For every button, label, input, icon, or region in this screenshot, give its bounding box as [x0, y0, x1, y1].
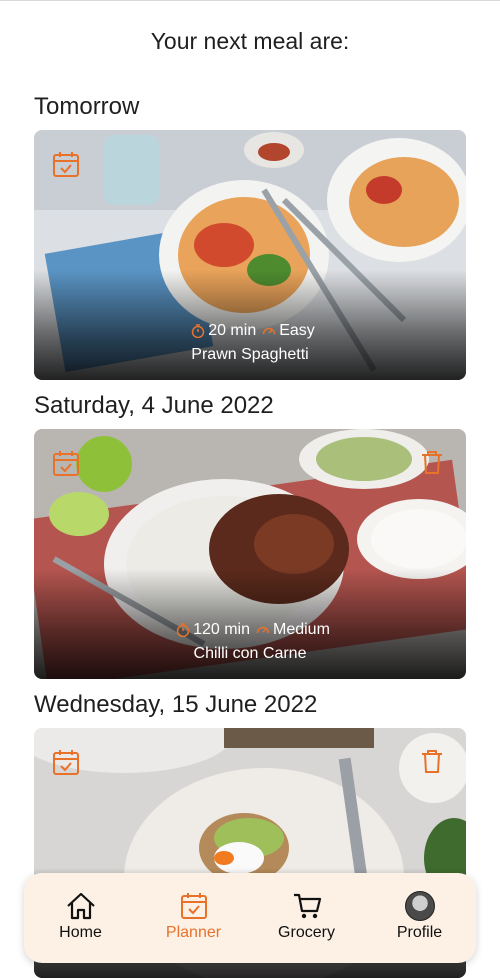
- meal-name: Chilli con Carne: [193, 645, 307, 662]
- meal-card-prawn-spaghetti[interactable]: 20 min Easy Prawn Spaghetti: [34, 130, 466, 380]
- gauge-icon: [256, 626, 270, 633]
- day-heading: Tomorrow: [34, 93, 140, 120]
- calendar-check-icon[interactable]: [52, 449, 80, 477]
- top-divider: [0, 0, 500, 1]
- cart-icon: [293, 893, 321, 919]
- day-heading: Saturday, 4 June 2022: [34, 392, 274, 419]
- meal-difficulty: Easy: [279, 321, 315, 339]
- trash-icon[interactable]: [420, 449, 444, 475]
- avatar: [404, 891, 435, 921]
- home-icon: [66, 892, 95, 920]
- page-title: Your next meal are:: [150, 28, 350, 54]
- trash-icon[interactable]: [420, 748, 444, 774]
- meal-card-chilli-con-carne[interactable]: 120 min Medium Chilli con Carne: [34, 429, 466, 679]
- nav-planner[interactable]: Planner: [137, 873, 250, 963]
- calendar-check-icon[interactable]: [52, 150, 80, 178]
- nav-planner-label: Planner: [165, 924, 222, 941]
- meal-time: 120 min: [193, 620, 250, 638]
- nav-home-label: Home: [59, 924, 102, 941]
- meal-difficulty: Medium: [273, 620, 330, 638]
- nav-grocery[interactable]: Grocery: [250, 873, 363, 963]
- nav-home[interactable]: Home: [24, 873, 137, 963]
- meal-meta: 120 min Medium: [34, 621, 466, 639]
- calendar-check-icon: [180, 893, 207, 919]
- timer-icon: [176, 623, 190, 637]
- nav-grocery-label: Grocery: [278, 924, 335, 941]
- meal-name: Prawn Spaghetti: [191, 346, 309, 363]
- nav-profile[interactable]: Profile: [363, 873, 476, 963]
- calendar-check-icon[interactable]: [52, 748, 80, 776]
- meal-time: 20 min: [208, 321, 257, 339]
- nav-profile-label: Profile: [396, 924, 443, 941]
- gauge-icon: [262, 327, 276, 334]
- timer-icon: [191, 324, 205, 338]
- day-heading: Wednesday, 15 June 2022: [34, 691, 318, 718]
- meal-meta: 20 min Easy: [34, 322, 466, 340]
- bottom-nav: Home Planner Grocery Profile: [24, 873, 476, 963]
